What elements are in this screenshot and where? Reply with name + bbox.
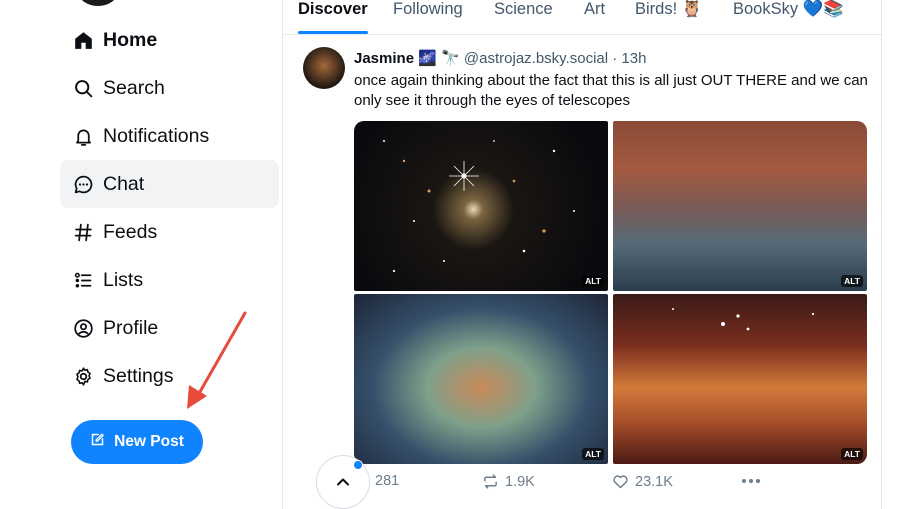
tab-birds[interactable]: Birds! 🦉 [635,0,702,19]
sidebar-item-label: Profile [103,316,159,339]
main-feed-column: Discover Following Science Art Birds! 🦉 … [282,0,883,509]
chevron-up-icon [337,478,349,486]
sidebar-item-label: Lists [103,268,144,291]
sidebar-item-feeds[interactable]: Feeds [60,208,279,256]
like-count: 23.1K [635,473,673,490]
author-avatar[interactable] [303,47,345,89]
heart-icon [613,475,628,489]
profile-icon [72,317,94,339]
repost-button[interactable]: 1.9K [482,473,535,490]
feed-tab-bar: Discover Following Science Art Birds! 🦉 … [283,0,883,35]
more-options-button[interactable] [740,471,762,491]
author-emoji: 🌌 🔭 [418,50,460,67]
post-text: once again thinking about the fact that … [354,72,868,109]
stars-graphic [672,308,815,331]
hash-icon [72,221,94,243]
post-image-grid: ALT ALT ALT ALT [354,121,867,464]
search-icon [72,77,94,99]
author-name[interactable]: Jasmine [354,50,414,67]
gear-icon [72,365,94,387]
post-image-supernova-remnant[interactable]: ALT [354,294,608,464]
post-image-horsehead-nebula[interactable]: ALT [613,121,867,291]
alt-badge[interactable]: ALT [841,275,863,287]
new-posts-indicator [353,460,363,470]
sidebar-item-lists[interactable]: Lists [60,256,279,304]
sidebar-item-label: Chat [103,172,145,195]
reply-count: 281 [375,473,400,489]
sidebar-item-notifications[interactable]: Notifications [60,112,279,160]
sidebar-item-label: Home [103,28,158,51]
user-avatar[interactable] [78,0,118,6]
sidebar-item-chat[interactable]: Chat [60,160,279,208]
annotation-arrow [187,311,247,409]
bell-icon [72,125,94,147]
tab-following[interactable]: Following [393,0,463,19]
like-button[interactable]: 23.1K [612,473,673,490]
chat-icon [72,173,94,195]
tab-booksky[interactable]: BookSky 💙📚 [733,0,844,19]
compose-icon [90,432,105,452]
sidebar-item-search[interactable]: Search [60,64,279,112]
post-header: Jasmine 🌌 🔭 @astrojaz.bsky.social · 13h [354,49,646,67]
post-timestamp[interactable]: · 13h [612,50,646,67]
post-image-cosmic-cliffs[interactable]: ALT [613,294,867,464]
sidebar-item-home[interactable]: Home [60,16,279,64]
new-post-button[interactable]: New Post [71,420,203,464]
tab-art[interactable]: Art [584,0,605,19]
ellipsis-icon [742,479,760,483]
new-post-label: New Post [114,433,184,450]
post-actions: 281 1.9K 23.1K [354,473,867,495]
sidebar-item-label: Search [103,76,165,99]
tab-discover[interactable]: Discover [298,0,368,19]
active-tab-indicator [298,31,368,34]
post-image-deep-field[interactable]: ALT [354,121,608,291]
repost-icon [484,474,497,489]
alt-badge[interactable]: ALT [582,275,604,287]
sidebar-item-label: Notifications [103,124,210,147]
list-icon [72,269,94,291]
author-handle[interactable]: @astrojaz.bsky.social [464,50,608,67]
feed-post[interactable]: Jasmine 🌌 🔭 @astrojaz.bsky.social · 13h … [283,36,883,509]
sidebar-item-label: Feeds [103,220,158,243]
home-icon [72,29,94,51]
tab-science[interactable]: Science [494,0,553,19]
sidebar-item-label: Settings [103,364,174,387]
reply-button[interactable]: 281 [375,473,399,489]
starfield-graphic [383,140,575,273]
alt-badge[interactable]: ALT [582,448,604,460]
alt-badge[interactable]: ALT [841,448,863,460]
repost-count: 1.9K [505,473,535,490]
